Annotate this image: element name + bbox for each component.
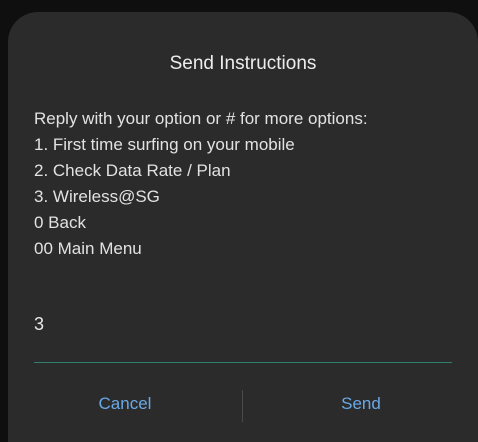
button-divider [242,390,243,422]
send-instructions-dialog: Send Instructions Reply with your option… [8,12,478,442]
input-underline [34,362,452,363]
option-wireless-sg: 3. Wireless@SG [34,187,160,206]
option-check-data-rate: 2. Check Data Rate / Plan [34,161,231,180]
reply-input-container [34,304,452,366]
reply-input[interactable] [34,304,452,344]
option-main-menu: 00 Main Menu [34,239,142,258]
send-button[interactable]: Send [244,384,478,424]
cancel-button[interactable]: Cancel [8,384,242,424]
dialog-message: Reply with your option or # for more opt… [34,106,474,262]
dialog-title: Send Instructions [169,53,317,74]
option-first-time-surfing: 1. First time surfing on your mobile [34,135,295,154]
message-line: Reply with your option or # for more opt… [34,109,368,128]
option-back: 0 Back [34,213,86,232]
dialog-actions: Cancel Send [8,384,478,434]
